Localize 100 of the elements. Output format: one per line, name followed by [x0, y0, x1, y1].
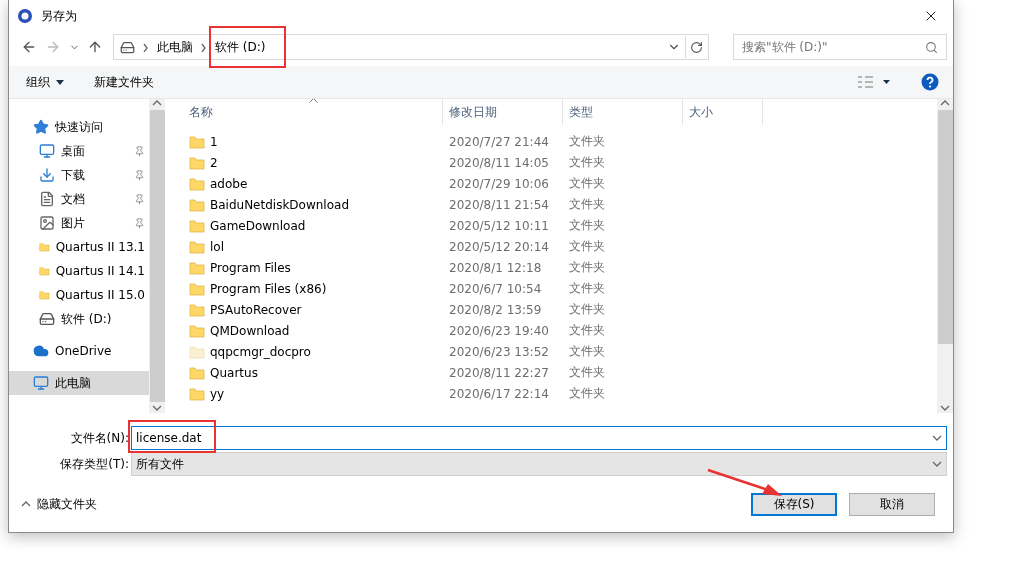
field-label: 保存类型(T):	[59, 455, 130, 473]
address-bar[interactable]: 此电脑 软件 (D:)	[113, 34, 709, 60]
file-row[interactable]: adobe 2020/7/29 10:06 文件夹	[183, 173, 937, 194]
monitor-icon	[33, 375, 49, 391]
file-name: yy	[210, 386, 226, 401]
scroll-down-icon[interactable]	[152, 404, 162, 413]
folder-icon	[189, 322, 205, 339]
file-name: 2	[210, 155, 219, 170]
folder-icon	[189, 280, 205, 297]
sidebar-item[interactable]: 下载	[9, 163, 149, 187]
sidebar-item[interactable]: OneDrive	[9, 339, 149, 363]
modified-date: 2020/7/29 10:06	[448, 176, 550, 191]
search-icon	[925, 40, 938, 54]
modified-date: 2020/8/11 22:27	[448, 365, 550, 380]
breadcrumb[interactable]: 软件 (D:)	[209, 35, 272, 59]
column-header[interactable]: 类型	[563, 99, 683, 125]
refresh-icon[interactable]	[690, 40, 703, 54]
cancel-button[interactable]: 取消	[849, 493, 935, 516]
column-header[interactable]: 修改日期	[443, 99, 563, 125]
file-row[interactable]: qqpcmgr_docpro 2020/6/23 13:52 文件夹	[183, 341, 937, 362]
window-title: 另存为	[41, 7, 78, 25]
modified-date: 2020/6/23 13:52	[448, 344, 550, 359]
file-type: 文件夹	[568, 364, 606, 381]
scroll-down-icon[interactable]	[940, 404, 950, 413]
file-name: qqpcmgr_docpro	[210, 344, 312, 359]
column-header[interactable]: 名称	[183, 99, 443, 125]
scrollbar[interactable]	[937, 99, 953, 413]
sidebar-item[interactable]: 快速访问	[9, 115, 149, 139]
file-row[interactable]: Quartus 2020/8/11 22:27 文件夹	[183, 362, 937, 383]
file-type: 文件夹	[568, 217, 606, 234]
file-type: 文件夹	[568, 280, 606, 297]
sidebar-item[interactable]: 软件 (D:)	[9, 307, 149, 331]
modified-date: 2020/8/2 13:59	[448, 302, 543, 317]
hide-folders-toggle[interactable]: 隐藏文件夹	[21, 496, 739, 513]
organize-menu[interactable]: 组织	[26, 73, 64, 91]
sidebar-item[interactable]: 文档	[9, 187, 149, 211]
folder-icon	[189, 238, 205, 255]
folder-icon	[189, 385, 205, 402]
modified-date: 2020/6/23 19:40	[448, 323, 550, 338]
folder-icon	[189, 259, 205, 276]
modified-date: 2020/8/1 12:18	[448, 260, 543, 275]
folder-icon	[189, 133, 205, 150]
dropdown-triangle-icon	[56, 79, 64, 85]
folder-icon	[189, 175, 205, 192]
dropdown-icon	[932, 459, 942, 469]
chevron-up-icon	[21, 500, 31, 509]
file-row[interactable]: yy 2020/6/17 22:14 文件夹	[183, 383, 937, 404]
file-name: Program Files	[210, 260, 292, 275]
file-type: 文件夹	[568, 322, 606, 339]
file-type: 文件夹	[568, 343, 606, 360]
sidebar-item[interactable]: Quartus II 15.0	[9, 283, 149, 307]
modified-date: 2020/5/12 20:14	[448, 239, 550, 254]
view-options-icon[interactable]	[857, 76, 891, 88]
file-row[interactable]: lol 2020/5/12 20:14 文件夹	[183, 236, 937, 257]
new-folder-button[interactable]: 新建文件夹	[94, 73, 154, 91]
file-row[interactable]: QMDownload 2020/6/23 19:40 文件夹	[183, 320, 937, 341]
monitor-icon	[39, 143, 55, 159]
file-row[interactable]: BaiduNetdiskDownload 2020/8/11 21:54 文件夹	[183, 194, 937, 215]
drive-icon	[120, 39, 135, 55]
file-type: 文件夹	[568, 301, 606, 318]
scroll-up-icon[interactable]	[152, 99, 162, 108]
folder-icon	[189, 196, 205, 213]
file-row[interactable]: Program Files 2020/8/1 12:18 文件夹	[183, 257, 937, 278]
help-icon[interactable]	[921, 73, 939, 91]
file-type: 文件夹	[568, 196, 606, 213]
file-name: Program Files (x86)	[210, 281, 328, 296]
file-row[interactable]: 1 2020/7/27 21:44 文件夹	[183, 131, 937, 152]
download-icon	[39, 167, 55, 183]
file-name: PSAutoRecover	[210, 302, 303, 317]
column-header[interactable]: 大小	[683, 99, 763, 125]
sidebar-item[interactable]: Quartus II 13.1	[9, 235, 149, 259]
folder-icon	[189, 343, 205, 360]
file-row[interactable]: GameDownload 2020/5/12 10:11 文件夹	[183, 215, 937, 236]
sidebar-item[interactable]: Quartus II 14.1	[9, 259, 149, 283]
file-type: 文件夹	[568, 385, 606, 402]
folder-icon	[189, 217, 205, 234]
file-type-dropdown[interactable]: 所有文件	[131, 452, 947, 476]
modified-date: 2020/8/11 14:05	[448, 155, 550, 170]
scrollbar[interactable]	[149, 99, 165, 413]
file-row[interactable]: PSAutoRecover 2020/8/2 13:59 文件夹	[183, 299, 937, 320]
filename-field[interactable]: license.dat	[131, 426, 947, 450]
picture-icon	[39, 215, 55, 231]
modified-date: 2020/6/7 10:54	[448, 281, 543, 296]
dropdown-icon	[932, 433, 942, 443]
breadcrumb[interactable]: 此电脑	[151, 35, 199, 59]
document-icon	[39, 191, 55, 207]
file-type: 文件夹	[568, 259, 606, 276]
save-button[interactable]: 保存(S)	[751, 493, 837, 516]
file-name: BaiduNetdiskDownload	[210, 197, 350, 212]
file-row[interactable]: Program Files (x86) 2020/6/7 10:54 文件夹	[183, 278, 937, 299]
sidebar-item[interactable]: 桌面	[9, 139, 149, 163]
scroll-up-icon[interactable]	[940, 99, 950, 108]
sidebar-item[interactable]: 图片	[9, 211, 149, 235]
file-type: 文件夹	[568, 175, 606, 192]
sidebar-item[interactable]: 此电脑	[9, 371, 149, 395]
search-field[interactable]: 搜索"软件 (D:)"	[733, 34, 947, 60]
file-name: 1	[210, 134, 219, 149]
folder-icon	[189, 364, 205, 381]
file-row[interactable]: 2 2020/8/11 14:05 文件夹	[183, 152, 937, 173]
file-name: lol	[210, 239, 225, 254]
